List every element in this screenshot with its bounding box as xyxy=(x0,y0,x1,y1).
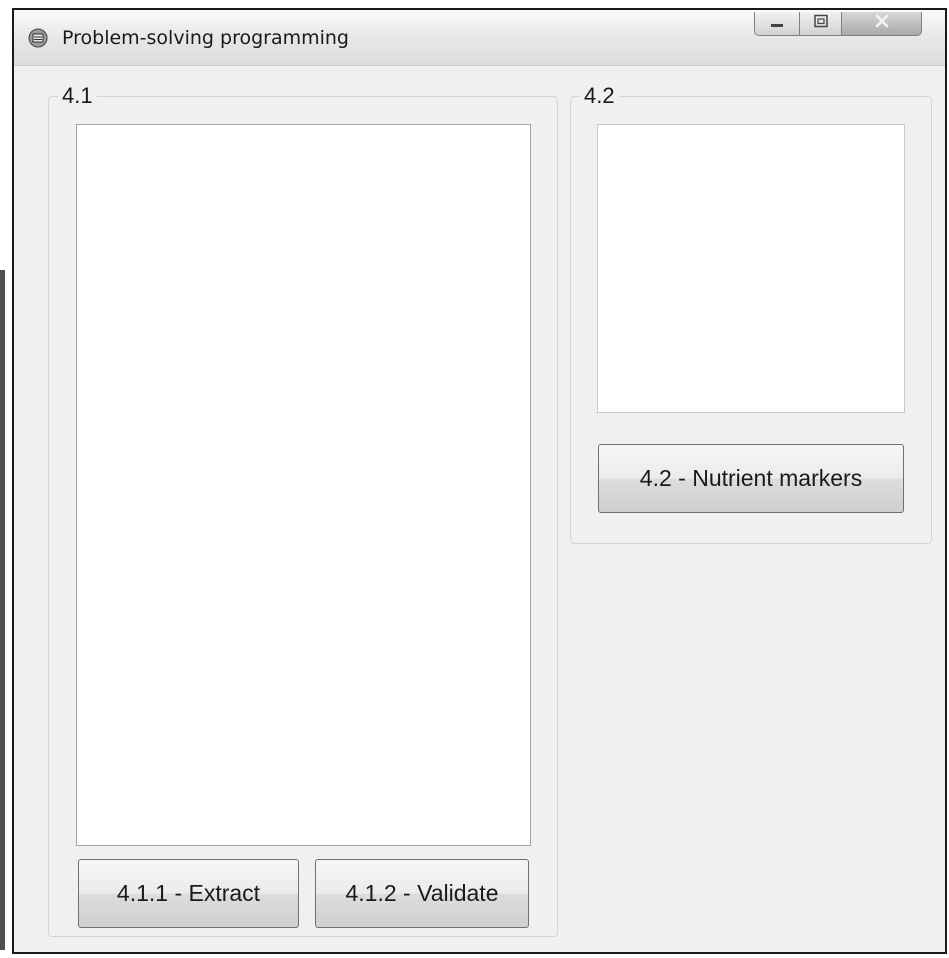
close-icon xyxy=(874,14,890,33)
window-title: Problem-solving programming xyxy=(62,27,349,49)
minimize-button[interactable] xyxy=(754,12,800,36)
minimize-icon xyxy=(769,15,785,33)
maximize-icon xyxy=(813,14,829,33)
title-bar[interactable]: Problem-solving programming xyxy=(14,10,945,66)
window-edge-bar xyxy=(0,270,5,950)
app-icon xyxy=(28,28,48,48)
close-button[interactable] xyxy=(842,12,922,36)
group-4-2-label: 4.2 xyxy=(580,83,619,109)
extract-button[interactable]: 4.1.1 - Extract xyxy=(78,859,299,928)
nutrient-markers-button[interactable]: 4.2 - Nutrient markers xyxy=(598,444,904,513)
group-4-1-label: 4.1 xyxy=(58,83,97,109)
maximize-button[interactable] xyxy=(800,12,842,36)
validate-button[interactable]: 4.1.2 - Validate xyxy=(315,859,529,928)
listbox-4-2[interactable] xyxy=(597,124,905,413)
listbox-4-1[interactable] xyxy=(76,124,531,846)
